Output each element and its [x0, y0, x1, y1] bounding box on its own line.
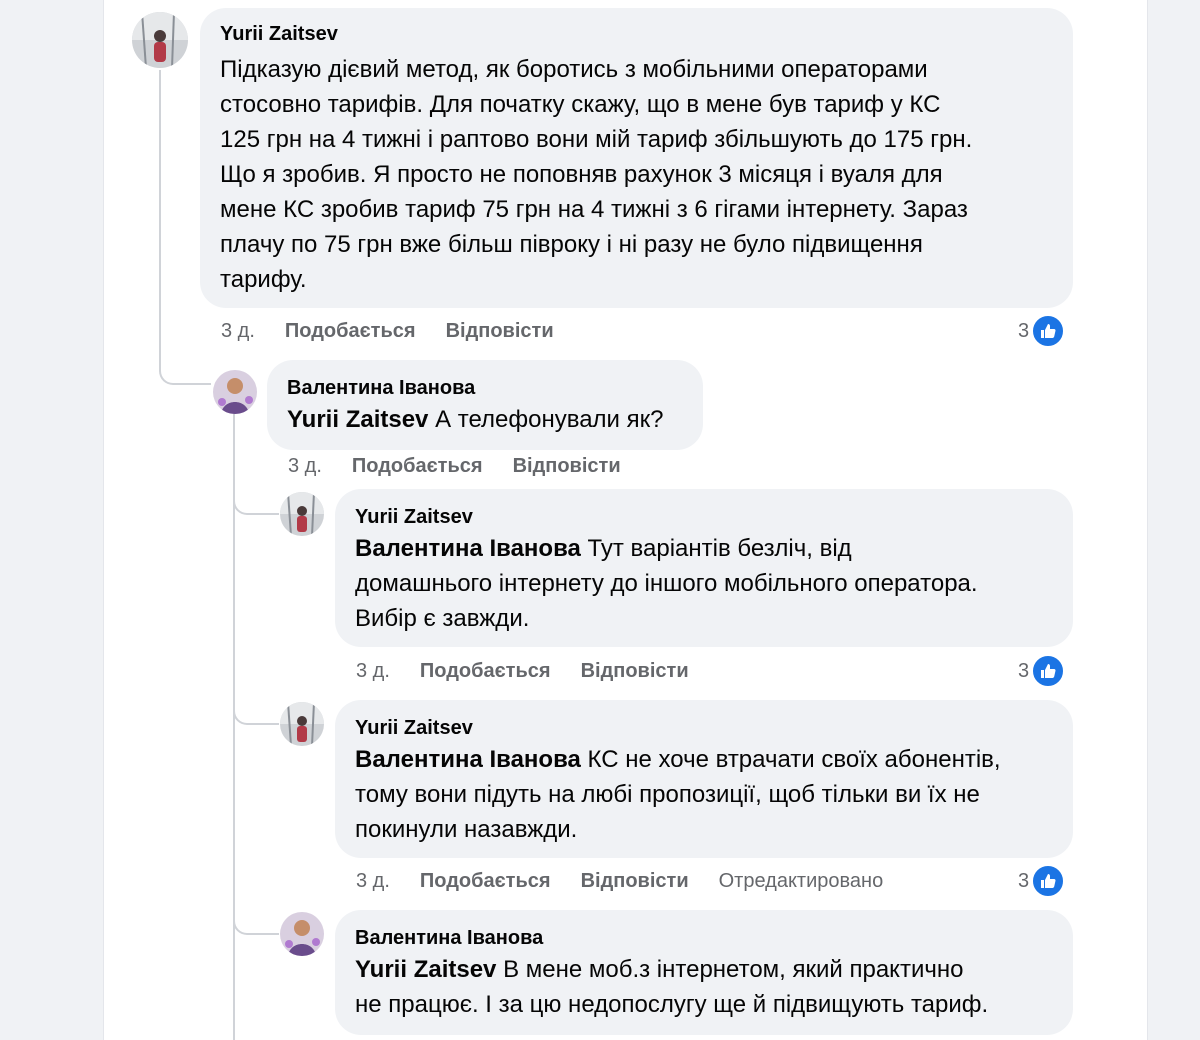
avatar-valentyna-ivanova[interactable] [280, 912, 324, 956]
comment-line: Що я зробив. Я просто не поповняв рахуно… [220, 161, 943, 188]
avatar-yurii-zaitsev[interactable] [280, 702, 324, 746]
mention-link[interactable]: Валентина Іванова [355, 746, 581, 773]
avatar-photo-icon [132, 12, 188, 68]
reactions-3[interactable]: 3 [1018, 654, 1066, 688]
like-button[interactable]: Подобається [285, 320, 416, 343]
thread-curve-reply-3 [233, 695, 279, 725]
avatar-valentyna-ivanova[interactable] [213, 370, 257, 414]
reaction-count: 3 [1018, 319, 1030, 342]
reactions-1[interactable]: 3 [1018, 314, 1066, 348]
thread-curve-reply-1 [159, 355, 211, 385]
comment-actions-1: 3 д. Подобається Відповісти [221, 320, 584, 343]
comment-line: 125 грн на 4 тижні і раптово вони мій та… [220, 126, 973, 153]
comment-bubble-3: Yurii Zaitsev Валентина Іванова Тут варі… [335, 489, 1073, 647]
comment-actions-2: 3 д. Подобається Відповісти [288, 455, 651, 478]
like-button[interactable]: Подобається [420, 660, 551, 683]
reply-button[interactable]: Відповісти [513, 455, 621, 478]
comment-text: Yurii Zaitsev В мене моб.з інтернетом, я… [355, 952, 1053, 1022]
thumbs-up-icon [1031, 314, 1066, 348]
comment-line: не працює. І за цю недопослугу ще й підв… [355, 991, 989, 1018]
avatar-yurii-zaitsev[interactable] [132, 12, 188, 68]
mention-link[interactable]: Валентина Іванова [355, 535, 581, 562]
comment-text: Підказую дієвий метод, як боротись з моб… [220, 52, 1053, 297]
reaction-count: 3 [1018, 869, 1030, 892]
comment-bubble-1: Yurii Zaitsev Підказую дієвий метод, як … [200, 8, 1073, 308]
comment-text-rest: А телефонували як? [428, 406, 664, 433]
comment-actions-3: 3 д. Подобається Відповісти [356, 660, 719, 683]
comment-author[interactable]: Yurii Zaitsev [220, 22, 1053, 46]
thread-curve-reply-4 [233, 905, 279, 935]
reply-button[interactable]: Відповісти [581, 660, 689, 683]
comment-line: домашнього інтернету до іншого мобільног… [355, 570, 978, 597]
avatar-photo-icon [280, 492, 324, 536]
comment-text-rest: Тут варіантів безліч, від [580, 535, 852, 562]
comment-text: Валентина Іванова КС не хоче втрачати св… [355, 742, 1053, 847]
comment-line: Вибір є завжди. [355, 605, 530, 632]
comment-line: тому вони підуть на любі пропозиції, щоб… [355, 781, 980, 808]
thumbs-up-icon [1031, 654, 1066, 688]
reply-button[interactable]: Відповісти [446, 320, 554, 343]
reactions-4[interactable]: 3 [1018, 864, 1066, 898]
comment-time[interactable]: 3 д. [288, 455, 322, 478]
avatar-photo-icon [280, 912, 324, 956]
avatar-photo-icon [280, 702, 324, 746]
comment-author[interactable]: Yurii Zaitsev [355, 505, 1053, 529]
comment-actions-4: 3 д. Подобається Відповісти Отредактиров… [356, 870, 883, 893]
comment-author[interactable]: Yurii Zaitsev [355, 716, 1053, 740]
comment-author[interactable]: Валентина Іванова [355, 926, 1053, 950]
avatar-photo-icon [213, 370, 257, 414]
comment-time[interactable]: 3 д. [356, 870, 390, 893]
comment-text: Валентина Іванова Тут варіантів безліч, … [355, 531, 1053, 636]
comment-line: покинули назавжди. [355, 816, 578, 843]
comment-line: плачу по 75 грн вже більш півроку і ні р… [220, 231, 923, 258]
comment-author[interactable]: Валентина Іванова [287, 376, 683, 400]
comment-line: стосовно тарифів. Для початку скажу, що … [220, 91, 941, 118]
comment-text: Yurii Zaitsev А телефонували як? [287, 402, 683, 437]
reaction-count: 3 [1018, 659, 1030, 682]
comment-line: Підказую дієвий метод, як боротись з моб… [220, 56, 928, 83]
comment-bubble-5: Валентина Іванова Yurii Zaitsev В мене м… [335, 910, 1073, 1035]
comment-line: тарифу. [220, 266, 307, 293]
mention-link[interactable]: Yurii Zaitsev [355, 956, 496, 983]
thread-curve-reply-2 [233, 485, 279, 515]
avatar-yurii-zaitsev[interactable] [280, 492, 324, 536]
like-button[interactable]: Подобається [352, 455, 483, 478]
mention-link[interactable]: Yurii Zaitsev [287, 406, 428, 433]
like-button[interactable]: Подобається [420, 870, 551, 893]
comment-text-rest: В мене моб.з інтернетом, який практично [496, 956, 964, 983]
thumbs-up-icon [1031, 864, 1066, 898]
comment-bubble-4: Yurii Zaitsev Валентина Іванова КС не хо… [335, 700, 1073, 858]
comment-time[interactable]: 3 д. [221, 320, 255, 343]
reply-button[interactable]: Відповісти [581, 870, 689, 893]
thread-line-main [159, 70, 161, 370]
comment-text-rest: КС не хоче втрачати своїх абонентів, [580, 746, 1001, 773]
comment-bubble-2: Валентина Іванова Yurii Zaitsev А телефо… [267, 360, 703, 450]
comment-time[interactable]: 3 д. [356, 660, 390, 683]
edited-label[interactable]: Отредактировано [719, 870, 884, 893]
comment-line: мене КС зробив тариф 75 грн на 4 тижні з… [220, 196, 968, 223]
